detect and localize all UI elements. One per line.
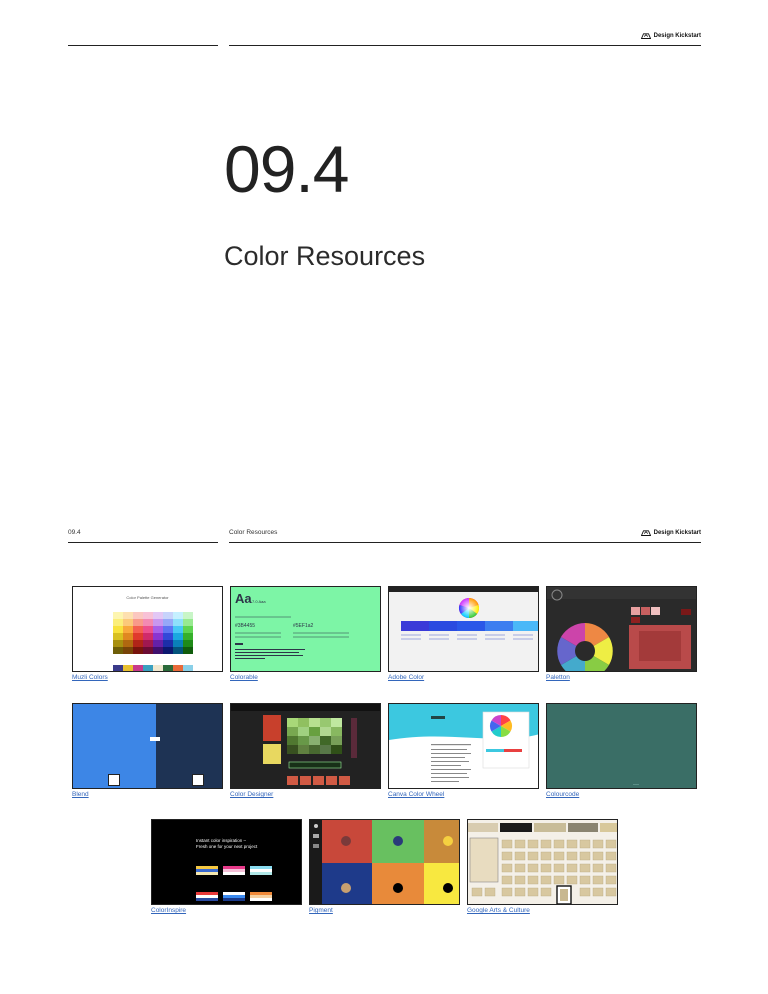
thumbnail-canva-color-wheel[interactable]	[388, 703, 539, 789]
thumbnail-pigment[interactable]	[309, 819, 460, 905]
thumbnail-colourcode[interactable]	[546, 703, 697, 789]
blend-center-tag	[150, 737, 160, 741]
blend-right-swatch	[192, 774, 204, 786]
caption-colourcode[interactable]: Colourcode	[546, 791, 579, 798]
thumbnail-paletton[interactable]	[546, 586, 697, 672]
adobe-color-wheel-screen	[389, 587, 538, 640]
canva-wheel-screen	[389, 704, 538, 782]
caption-canva-color-wheel[interactable]: Canva Color Wheel	[388, 791, 444, 798]
brand-name: Design Kickstart	[653, 33, 701, 39]
caption-adobe-color[interactable]: Adobe Color	[388, 674, 424, 681]
page1-header-rule-left	[68, 45, 218, 46]
page2-brand: Design Kickstart	[640, 530, 701, 536]
caption-colorinspire[interactable]: ColorInspire	[151, 907, 186, 914]
thumbnail-color-designer[interactable]	[230, 703, 381, 789]
caption-paletton[interactable]: Paletton	[546, 674, 570, 681]
page1-brand: Design Kickstart	[640, 33, 701, 39]
thumbnail-colorinspire[interactable]: Instant color inspiration – Fresh one fo…	[151, 819, 302, 905]
thumbnail-google-arts-culture[interactable]	[467, 819, 618, 905]
thumbnail-blend[interactable]	[72, 703, 223, 789]
caption-color-designer[interactable]: Color Designer	[230, 791, 273, 798]
arts-culture-gallery	[468, 823, 617, 904]
thumbnail-adobe-color[interactable]	[388, 586, 539, 672]
blend-left-swatch	[108, 774, 120, 786]
design-kickstart-logo-icon	[640, 33, 651, 39]
pigment-grid	[310, 820, 459, 904]
paletton-wheel-screen	[547, 587, 696, 671]
page2-header-rule-right	[229, 542, 701, 543]
brand-name: Design Kickstart	[653, 530, 701, 536]
section-number: 09.4	[68, 529, 81, 536]
chapter-title: Color Resources	[224, 241, 426, 271]
muzli-palette-grid	[113, 612, 193, 671]
caption-blend[interactable]: Blend	[72, 791, 89, 798]
color-designer-screen	[231, 704, 380, 785]
chapter-number: 09.4	[224, 132, 349, 206]
design-kickstart-logo-icon	[640, 530, 651, 536]
section-title: Color Resources	[229, 529, 278, 536]
colorable-sliders	[235, 616, 349, 659]
colourcode-footer-mark	[633, 784, 639, 785]
thumbnail-muzli-colors[interactable]: Color Palette Generator	[72, 586, 223, 672]
page1-header-rule-right	[229, 45, 701, 46]
caption-colorable[interactable]: Colorable	[230, 674, 258, 681]
colorinspire-palettes	[196, 866, 272, 901]
caption-google-arts-culture[interactable]: Google Arts & Culture	[467, 907, 530, 914]
blend-right-panel	[156, 704, 222, 788]
caption-pigment[interactable]: Pigment	[309, 907, 333, 914]
page2-header-rule-left	[68, 542, 218, 543]
caption-muzli-colors[interactable]: Muzli Colors	[72, 674, 108, 681]
thumbnail-colorable[interactable]: Aa 7.0 Aaa #3B4455 #5EF1a2	[230, 586, 381, 672]
